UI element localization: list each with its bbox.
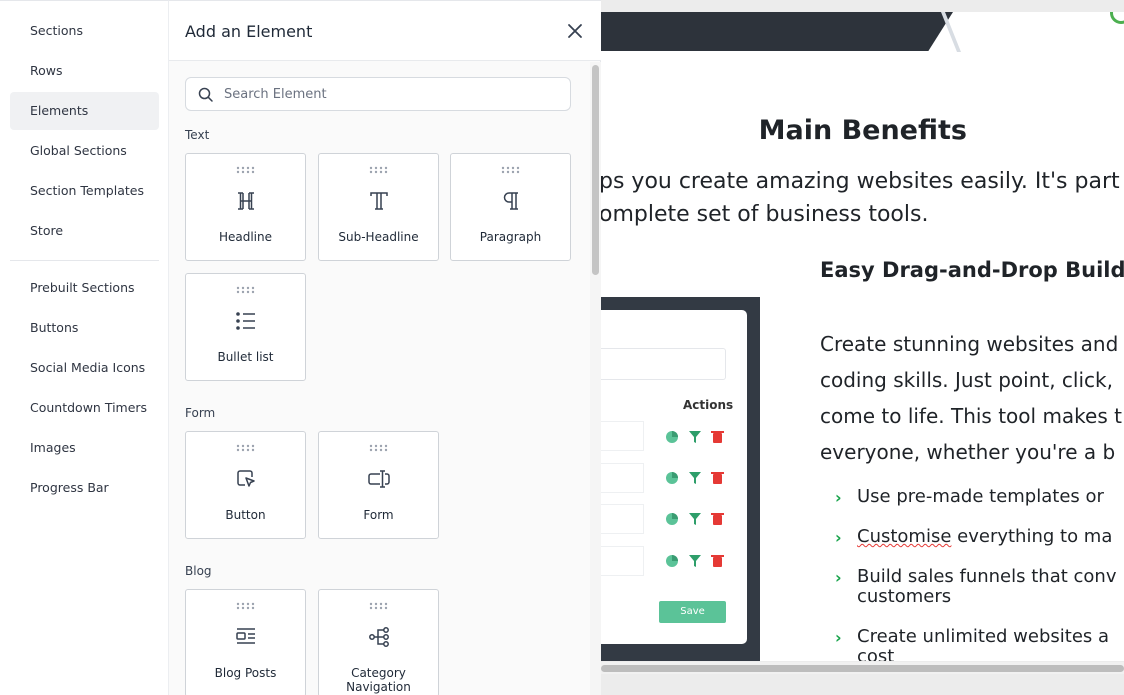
mock-row-action-icons bbox=[666, 472, 724, 484]
mock-table-row bbox=[601, 546, 644, 576]
paragraph-line: everyone, whether you're a b bbox=[820, 440, 1116, 464]
element-card-label: Form bbox=[363, 508, 394, 522]
paragraph-line: come to life. This tool makes t bbox=[820, 404, 1122, 428]
element-card-label: Category Navigation bbox=[346, 666, 411, 694]
drag-handle-icon[interactable] bbox=[501, 166, 521, 174]
blog-posts-icon bbox=[230, 624, 262, 650]
form-icon bbox=[363, 466, 395, 492]
paragraph-icon bbox=[495, 188, 527, 214]
category-navigation-icon bbox=[363, 624, 395, 650]
nav-item-elements[interactable]: Elements bbox=[10, 92, 159, 130]
nav-item-prebuilt-sections[interactable]: Prebuilt Sections bbox=[10, 269, 159, 307]
drag-handle-icon[interactable] bbox=[236, 444, 256, 452]
element-card-blog-posts[interactable]: Blog Posts bbox=[185, 589, 306, 695]
category-label-text: Text bbox=[185, 128, 210, 142]
intro-line-2: omplete set of business tools. bbox=[601, 202, 929, 227]
preview-horizontal-scrollbar[interactable] bbox=[601, 662, 1124, 674]
close-icon[interactable] bbox=[565, 21, 585, 41]
element-card-label: Paragraph bbox=[479, 230, 542, 244]
drag-handle-icon[interactable] bbox=[236, 286, 256, 294]
add-element-panel: Add an Element Text Headline Sub-Headlin… bbox=[168, 0, 601, 695]
mock-row-action-icons bbox=[666, 431, 724, 443]
drag-handle-icon[interactable] bbox=[236, 166, 256, 174]
button-pointer-icon bbox=[230, 466, 262, 492]
preview-subheading[interactable]: Easy Drag-and-Drop Buildin bbox=[820, 258, 1124, 282]
drag-handle-icon[interactable] bbox=[369, 444, 389, 452]
search-element-input[interactable] bbox=[224, 78, 564, 110]
element-card-form[interactable]: Form bbox=[318, 431, 439, 539]
element-card-label: Blog Posts bbox=[214, 666, 277, 680]
drag-handle-icon[interactable] bbox=[369, 166, 389, 174]
nav-item-buttons[interactable]: Buttons bbox=[10, 309, 159, 347]
category-label-blog: Blog bbox=[185, 564, 212, 578]
scrollbar-thumb[interactable] bbox=[601, 665, 1124, 672]
nav-item-progress-bar[interactable]: Progress Bar bbox=[10, 469, 159, 507]
paragraph-line: coding skills. Just point, click, bbox=[820, 368, 1113, 392]
category-label-form: Form bbox=[185, 406, 216, 420]
element-card-label: Button bbox=[225, 508, 266, 522]
drag-handle-icon[interactable] bbox=[236, 602, 256, 610]
element-card-label: Bullet list bbox=[217, 350, 274, 364]
bullet-list-icon bbox=[230, 308, 262, 334]
green-ring-decoration bbox=[1110, 12, 1124, 24]
hero-accent-stripe bbox=[941, 12, 961, 52]
mock-table-row bbox=[601, 504, 644, 534]
search-element-box bbox=[185, 77, 571, 111]
mock-table-row bbox=[601, 463, 644, 493]
mock-row-action-icons bbox=[666, 513, 724, 525]
builder-left-nav: Sections Rows Elements Global Sections S… bbox=[0, 0, 168, 695]
nav-item-section-templates[interactable]: Section Templates bbox=[10, 172, 159, 210]
element-card-paragraph[interactable]: Paragraph bbox=[450, 153, 571, 261]
nav-item-countdown-timers[interactable]: Countdown Timers bbox=[10, 389, 159, 427]
panel-header: Add an Element bbox=[169, 1, 601, 61]
search-icon bbox=[198, 87, 213, 102]
mock-input-field bbox=[601, 348, 726, 380]
nav-item-social-media-icons[interactable]: Social Media Icons bbox=[10, 349, 159, 387]
chevron-right-icon: › bbox=[835, 628, 842, 647]
nav-divider bbox=[10, 260, 159, 261]
website-preview-canvas[interactable]: Main Benefits ps you create amazing webs… bbox=[601, 12, 1124, 661]
bullet-item: › Use pre-made templates or bbox=[835, 486, 1104, 508]
preview-bullet-list[interactable]: › Use pre-made templates or › Customise ev… bbox=[835, 486, 1117, 662]
chevron-right-icon: › bbox=[835, 488, 842, 507]
chevron-right-icon: › bbox=[835, 568, 842, 587]
preview-intro-text[interactable]: ps you create amazing websites easily. I… bbox=[601, 165, 1124, 231]
nav-item-rows[interactable]: Rows bbox=[10, 52, 159, 90]
panel-title: Add an Element bbox=[185, 22, 313, 41]
scrollbar-thumb[interactable] bbox=[592, 65, 599, 275]
nav-item-images[interactable]: Images bbox=[10, 429, 159, 467]
drag-handle-icon[interactable] bbox=[369, 602, 389, 610]
element-card-headline[interactable]: Headline bbox=[185, 153, 306, 261]
mock-row-action-icons bbox=[666, 555, 724, 567]
element-card-label: Headline bbox=[218, 230, 273, 244]
headline-icon bbox=[230, 188, 262, 214]
element-card-bullet-list[interactable]: Bullet list bbox=[185, 273, 306, 381]
element-card-button[interactable]: Button bbox=[185, 431, 306, 539]
nav-item-store[interactable]: Store bbox=[10, 212, 159, 250]
bullet-item: › Build sales funnels that conv customers bbox=[835, 566, 1117, 607]
mock-actions-label: Actions bbox=[683, 398, 734, 412]
mock-save-button: Save bbox=[659, 601, 726, 623]
panel-vertical-scrollbar[interactable] bbox=[590, 62, 601, 695]
nav-item-sections[interactable]: Sections bbox=[10, 12, 159, 50]
chevron-right-icon: › bbox=[835, 528, 842, 547]
bullet-item: › Customise everything to ma bbox=[835, 526, 1113, 548]
preview-section-title[interactable]: Main Benefits bbox=[601, 115, 967, 146]
preview-paragraph[interactable]: Create stunning websites and coding skil… bbox=[820, 326, 1122, 470]
element-card-sub-headline[interactable]: Sub-Headline bbox=[318, 153, 439, 261]
mock-table-row bbox=[601, 421, 644, 451]
element-card-label: Sub-Headline bbox=[338, 230, 419, 244]
sub-headline-icon bbox=[363, 188, 395, 214]
hero-dark-band bbox=[601, 12, 953, 51]
bullet-item: › Create unlimited websites a cost bbox=[835, 626, 1110, 662]
element-card-category-navigation[interactable]: Category Navigation bbox=[318, 589, 439, 695]
nav-item-global-sections[interactable]: Global Sections bbox=[10, 132, 159, 170]
paragraph-line: Create stunning websites and bbox=[820, 332, 1119, 356]
intro-line-1: ps you create amazing websites easily. I… bbox=[601, 169, 1124, 194]
